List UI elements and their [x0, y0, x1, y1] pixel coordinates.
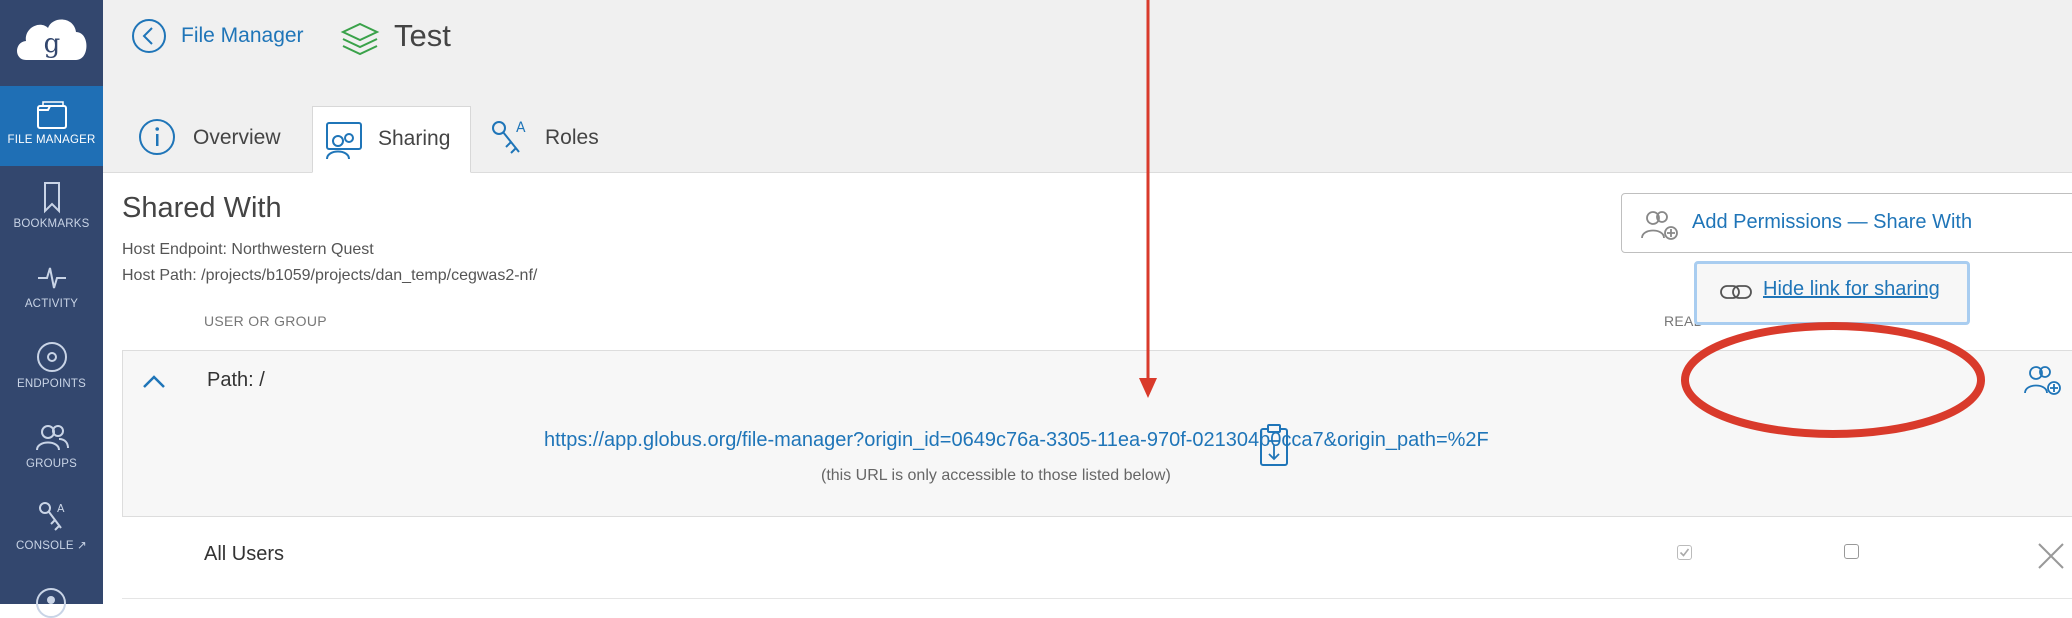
sidebar-item-label: CONSOLE — [16, 540, 74, 552]
groups-icon — [35, 425, 69, 451]
console-icon: A — [38, 502, 65, 531]
svg-text:g: g — [44, 29, 61, 59]
user-or-group-name: All Users — [204, 543, 285, 565]
sidebar-item-label: BOOKMARKS — [13, 218, 90, 230]
share-url-link[interactable]: https://app.globus.org/file-manager?orig… — [544, 429, 1489, 452]
sidebar-item-activity[interactable]: ACTIVITY — [0, 246, 103, 326]
page-title: Test — [394, 18, 451, 53]
write-permission-checkbox[interactable] — [1844, 544, 1859, 559]
read-permission-checkbox[interactable] — [1677, 545, 1692, 560]
tab-label: Sharing — [378, 127, 451, 150]
sidebar-item-label: ACTIVITY — [24, 298, 79, 310]
bookmark-icon — [43, 182, 60, 214]
add-user-to-path-icon[interactable] — [2023, 363, 2063, 397]
tab-label: Overview — [193, 126, 281, 149]
checkmark-icon — [1679, 548, 1690, 557]
tab-sharing[interactable]: Sharing — [312, 106, 471, 173]
host-path: Host Path: /projects/b1059/projects/dan_… — [122, 267, 538, 284]
sidebar-item-endpoints[interactable]: ENDPOINTS — [0, 326, 103, 406]
sidebar-item-label: FILE MANAGER — [7, 134, 96, 146]
account-icon[interactable] — [36, 588, 66, 618]
roles-key-icon: A — [492, 120, 526, 154]
svg-text:A: A — [516, 120, 526, 136]
add-permissions-button[interactable]: Add Permissions — Share With — [1621, 193, 2072, 253]
sharing-icon — [326, 122, 362, 160]
sidebar-item-bookmarks[interactable]: BOOKMARKS — [0, 166, 103, 246]
page-header: File Manager Test Overview Sharing A Rol… — [103, 0, 2072, 173]
info-icon — [139, 119, 175, 155]
shared-with-title: Shared With — [122, 192, 282, 224]
file-manager-icon — [36, 101, 67, 129]
host-endpoint: Host Endpoint: Northwestern Quest — [122, 241, 374, 258]
add-user-icon — [1641, 211, 1678, 240]
remove-permission-icon[interactable] — [2036, 541, 2066, 571]
sharing-panel: Shared With Host Endpoint: Northwestern … — [103, 173, 2072, 604]
sidebar-item-label: GROUPS — [25, 458, 78, 470]
tab-label: Roles — [545, 126, 599, 149]
endpoints-icon — [36, 342, 67, 372]
table-row — [122, 520, 2072, 599]
copy-to-clipboard-icon[interactable] — [1258, 423, 1290, 469]
svg-text:A: A — [57, 502, 65, 515]
hide-link-for-sharing-button[interactable]: Hide link for sharing — [1694, 261, 1970, 325]
globus-logo-icon[interactable]: g — [12, 10, 92, 80]
sidebar-item-console[interactable]: A CONSOLE ↗ — [0, 486, 103, 566]
activity-icon — [37, 267, 66, 289]
tab-overview[interactable]: Overview — [138, 106, 313, 172]
add-permissions-label: Add Permissions — Share With — [1692, 211, 1973, 233]
collection-layers-icon — [340, 22, 380, 56]
sidebar: g FILE MANAGER BOOKMARKS ACTIVITY ENDPOI… — [0, 0, 103, 618]
link-icon — [1720, 285, 1752, 299]
path-label: Path: / — [207, 369, 265, 391]
sidebar-item-groups[interactable]: GROUPS — [0, 406, 103, 486]
external-link-icon: ↗ — [77, 540, 87, 552]
hide-link-label: Hide link for sharing — [1763, 278, 1940, 300]
sidebar-item-label: ENDPOINTS — [17, 378, 86, 390]
tab-roles[interactable]: A Roles — [489, 106, 619, 172]
url-access-note: (this URL is only accessible to those li… — [821, 467, 1171, 484]
back-to-file-manager-link[interactable]: File Manager — [181, 24, 304, 48]
back-arrow-icon[interactable] — [131, 18, 167, 54]
sidebar-item-file-manager[interactable]: FILE MANAGER — [0, 86, 103, 166]
path-share-row: Path: / https://app.globus.org/file-mana… — [122, 350, 2072, 517]
column-header-user-or-group: USER OR GROUP — [204, 313, 327, 329]
chevron-up-icon[interactable] — [141, 371, 167, 391]
